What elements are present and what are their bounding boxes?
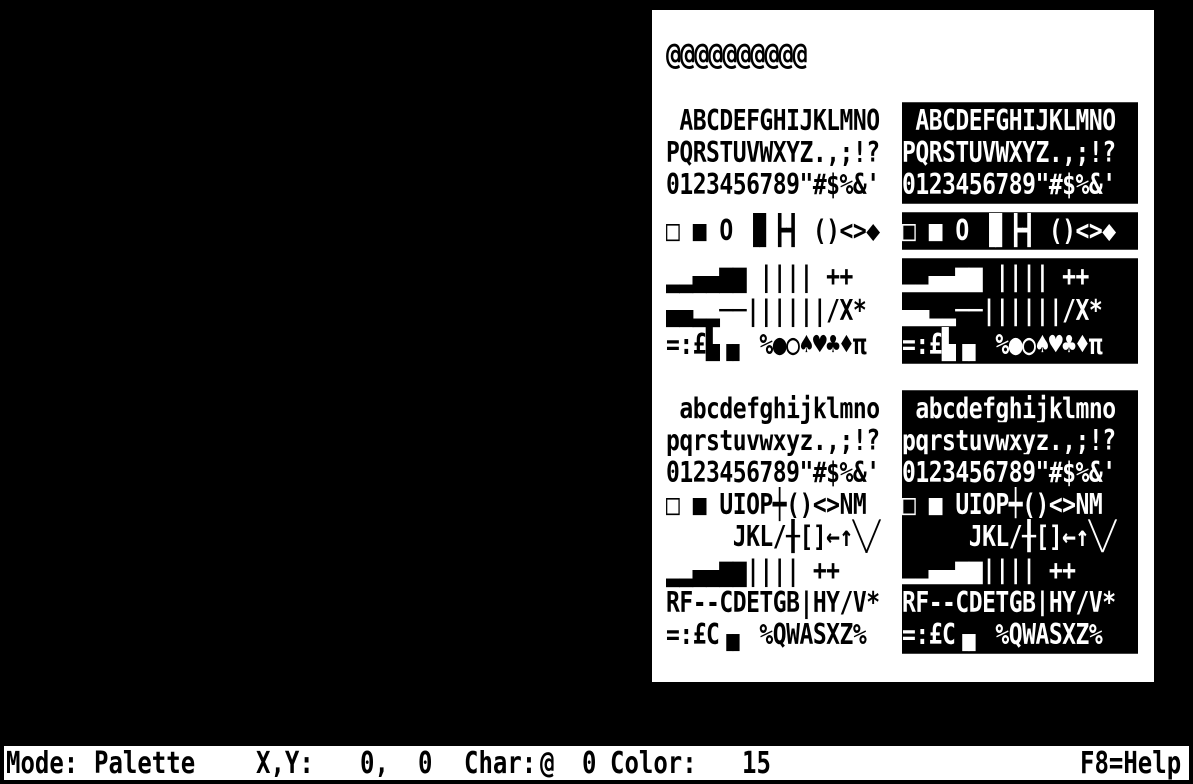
palette-row-inverse[interactable]: =:£C▗▖ %QWASXZ% [902,616,1138,654]
status-bar: Mode: Palette X,Y: 0, 0 Char: @ 0 Color:… [0,742,1193,782]
char-code: 0 [582,745,597,781]
y-value: 0 [418,745,433,781]
color-value: 15 [742,745,771,781]
char-value: @ [540,745,555,781]
palette-row[interactable]: ▂▂▄▄▆▆ |||| ++ [666,258,902,296]
palette-row[interactable]: ▄▄▂▂──||||||/X* [666,292,902,330]
palette-row-inverse[interactable]: JKL/╂[]←↑╲╱ [902,518,1138,556]
x-value: 0, [360,745,389,781]
palette-row-inverse[interactable]: 0123456789"#$%&' [902,166,1138,204]
palette-row[interactable]: □ ■ O ▐▌┣┫ ()<>◆ [666,212,902,250]
color-label: Color: [610,745,697,781]
character-palette[interactable]: @@@@@@@@@@ ABCDEFGHIJKLMNO ABCDEFGHIJKLM… [652,10,1154,682]
palette-row[interactable]: =:£C▗▖ %QWASXZ% [666,616,902,654]
mode-value: Palette [94,745,196,781]
xy-label: X,Y: [256,745,314,781]
char-label: Char: [464,745,537,781]
palette-row[interactable]: JKL/╂[]←↑╲╱ [666,518,902,556]
help-hint[interactable]: F8=Help [1080,742,1181,784]
palette-row-inverse[interactable]: ▂▂▄▄▆▆ |||| ++ [902,258,1138,296]
palette-row[interactable]: 0123456789"#$%&' [666,166,902,204]
palette-row-inverse[interactable]: ▄▄▂▂──||||||/X* [902,292,1138,330]
palette-row[interactable]: =:£▙▗▖ %●○♠♥♣♦π [666,326,902,364]
palette-row-inverse[interactable]: □ ■ O ▐▌┣┫ ()<>◆ [902,212,1138,250]
palette-row-inverse[interactable]: =:£▙▗▖ %●○♠♥♣♦π [902,326,1138,364]
mode-label: Mode: [6,745,79,781]
selected-char-row[interactable]: @@@@@@@@@@ [666,35,808,76]
